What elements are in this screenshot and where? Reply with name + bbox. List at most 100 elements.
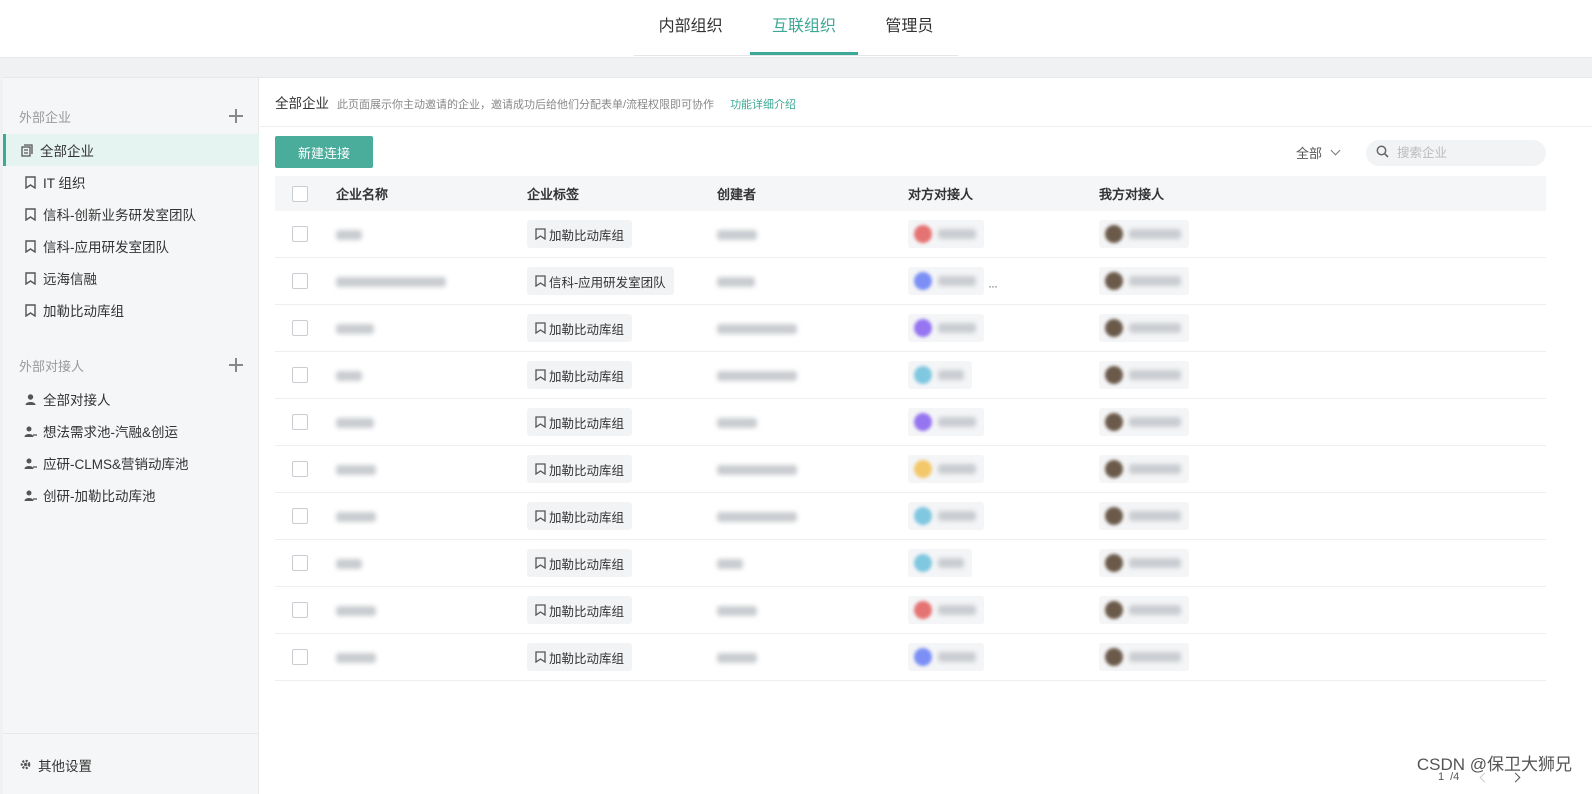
enterprise-tag: 加勒比动库组	[527, 596, 633, 624]
scope-filter-dropdown[interactable]: 全部	[1296, 143, 1341, 162]
own-contact[interactable]	[1099, 361, 1189, 389]
peer-contact[interactable]	[908, 361, 972, 389]
tag-label: 加勒比动库组	[549, 228, 625, 243]
page-description: 此页面展示你主动邀请的企业，邀请成功后给他们分配表单/流程权限即可协作	[337, 99, 715, 111]
row-checkbox[interactable]	[292, 320, 308, 336]
table-row[interactable]: 加勒比动库组	[275, 493, 1546, 540]
bookmark-icon	[535, 416, 546, 428]
sidebar-item-ideas-pool[interactable]: 想法需求池-汽融&创运	[3, 415, 259, 447]
more-icon[interactable]: ···	[988, 279, 998, 293]
row-checkbox[interactable]	[292, 461, 308, 477]
own-contact[interactable]	[1099, 220, 1189, 248]
bookmark-icon	[535, 275, 546, 287]
own-contact[interactable]	[1099, 549, 1189, 577]
table-row[interactable]: 加勒比动库组	[275, 211, 1546, 258]
tab-internal-org[interactable]: 内部组织	[637, 0, 745, 55]
row-checkbox[interactable]	[292, 226, 308, 242]
tag-label: 加勒比动库组	[549, 322, 625, 337]
avatar	[1105, 319, 1123, 337]
row-checkbox[interactable]	[292, 602, 308, 618]
tag-label: 加勒比动库组	[549, 651, 625, 666]
bookmark-icon	[24, 303, 37, 317]
table-row[interactable]: 加勒比动库组	[275, 399, 1546, 446]
own-contact[interactable]	[1099, 314, 1189, 342]
peer-contact[interactable]	[908, 596, 984, 624]
creator-redacted	[717, 324, 797, 335]
own-contact[interactable]	[1099, 267, 1189, 295]
enterprise-tag: 加勒比动库组	[527, 502, 633, 530]
tab-admin[interactable]: 管理员	[863, 0, 955, 55]
avatar	[1105, 648, 1123, 666]
search-input[interactable]	[1397, 146, 1537, 160]
avatar	[914, 601, 932, 619]
creator-redacted	[717, 277, 755, 288]
table-row[interactable]: 加勒比动库组	[275, 446, 1546, 493]
bookmark-icon	[535, 369, 546, 381]
row-checkbox[interactable]	[292, 508, 308, 524]
row-checkbox[interactable]	[292, 273, 308, 289]
info-bar: 全部企业 此页面展示你主动邀请的企业，邀请成功后给他们分配表单/流程权限即可协作…	[275, 92, 796, 112]
table-row[interactable]: 加勒比动库组	[275, 305, 1546, 352]
add-contact-icon[interactable]	[229, 358, 243, 372]
bookmark-icon	[24, 271, 37, 285]
add-enterprise-icon[interactable]	[229, 109, 243, 123]
sidebar-item-it-org[interactable]: IT 组织	[3, 166, 259, 198]
sidebar-item-all-contacts[interactable]: 全部对接人	[3, 383, 259, 415]
peer-contact[interactable]	[908, 549, 972, 577]
feature-intro-link[interactable]: 功能详细介绍	[730, 96, 796, 112]
tag-label: 加勒比动库组	[549, 463, 625, 478]
own-contact[interactable]	[1099, 502, 1189, 530]
sidebar-item-clms-pool[interactable]: 应研-CLMS&营销动库池	[3, 447, 259, 479]
peer-contact[interactable]	[908, 220, 984, 248]
sidebar-item-all-enterprises[interactable]: 全部企业	[3, 134, 259, 166]
own-contact[interactable]	[1099, 408, 1189, 436]
sidebar-item-label: 应研-CLMS&营销动库池	[43, 457, 189, 472]
own-contact[interactable]	[1099, 596, 1189, 624]
sidebar-item-caribbean-pool[interactable]: 创研-加勒比动库池	[3, 479, 259, 511]
table-row[interactable]: 加勒比动库组	[275, 352, 1546, 399]
enterprise-name-redacted	[336, 230, 362, 241]
tag-label: 加勒比动库组	[549, 557, 625, 572]
table-row[interactable]: 信科-应用研发室团队 ···	[275, 258, 1546, 305]
sidebar-item-label: 全部企业	[40, 144, 94, 159]
peer-contact[interactable]	[908, 314, 984, 342]
watermark: CSDN @保卫大狮兄	[1416, 755, 1572, 774]
avatar	[914, 225, 932, 243]
avatar	[1105, 272, 1123, 290]
peer-contact[interactable]	[908, 643, 984, 671]
bookmark-icon	[24, 207, 37, 221]
peer-contact[interactable]	[908, 408, 984, 436]
row-checkbox[interactable]	[292, 649, 308, 665]
avatar	[914, 272, 932, 290]
tab-bar: 内部组织 互联组织 管理员	[634, 0, 958, 56]
peer-contact[interactable]	[908, 267, 984, 295]
tab-connected-org[interactable]: 互联组织	[749, 0, 859, 55]
table-row[interactable]: 加勒比动库组	[275, 634, 1546, 681]
table-row[interactable]: 加勒比动库组	[275, 540, 1546, 587]
own-contact[interactable]	[1099, 643, 1189, 671]
enterprise-name-redacted	[336, 324, 374, 335]
row-checkbox[interactable]	[292, 367, 308, 383]
creator-redacted	[717, 653, 757, 664]
peer-contact[interactable]	[908, 502, 984, 530]
sidebar-item-caribbean[interactable]: 加勒比动库组	[3, 294, 259, 326]
contact-group-icon	[24, 457, 37, 470]
bookmark-icon	[535, 322, 546, 334]
contact-name-redacted	[938, 605, 976, 615]
enterprise-name-redacted	[336, 465, 376, 476]
row-checkbox[interactable]	[292, 555, 308, 571]
contact-name-redacted	[1129, 323, 1181, 333]
sidebar-item-app-dev-team[interactable]: 信科-应用研发室团队	[3, 230, 259, 262]
enterprise-name-redacted	[336, 512, 376, 523]
new-connection-button[interactable]: 新建连接	[275, 136, 373, 168]
other-settings-button[interactable]: 其他设置	[3, 733, 259, 794]
sidebar-item-yuanhai[interactable]: 远海信融	[3, 262, 259, 294]
peer-contact[interactable]	[908, 455, 984, 483]
select-all-checkbox[interactable]	[292, 185, 308, 202]
own-contact[interactable]	[1099, 455, 1189, 483]
table-body: 加勒比动库组 信科-应用研发室团队 ··· 加勒比动库组 加勒比动库组 加勒比动库组 加勒比…	[275, 211, 1546, 681]
sidebar-item-innovation-team[interactable]: 信科-创新业务研发室团队	[3, 198, 259, 230]
row-checkbox[interactable]	[292, 414, 308, 430]
main-panel: 全部企业 此页面展示你主动邀请的企业，邀请成功后给他们分配表单/流程权限即可协作…	[260, 78, 1592, 794]
table-row[interactable]: 加勒比动库组	[275, 587, 1546, 634]
